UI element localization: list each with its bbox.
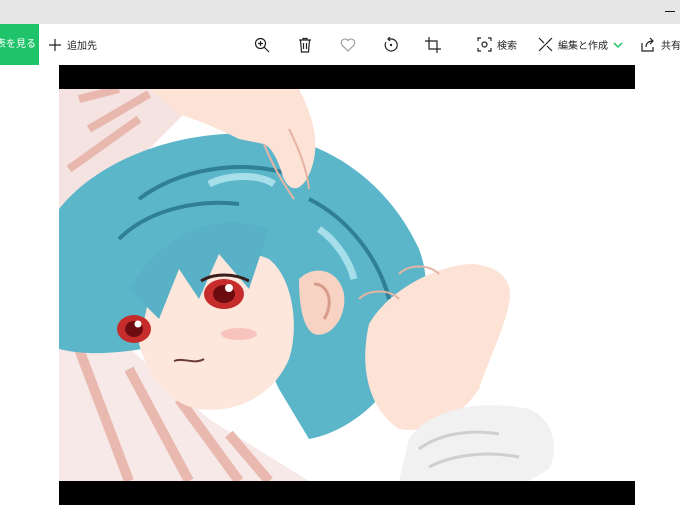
delete-icon: [299, 37, 311, 53]
anime-illustration: [59, 89, 635, 481]
crop-icon: [425, 36, 441, 53]
visual-search-button[interactable]: 検索: [477, 24, 517, 65]
edit-create-button[interactable]: 編集と作成: [538, 24, 623, 65]
letterbox-bottom: [59, 481, 635, 505]
add-to-label: 追加先: [67, 41, 97, 52]
view-all-button[interactable]: 表を見る: [0, 24, 39, 65]
plus-icon: [49, 38, 61, 51]
zoom-in-button[interactable]: [254, 24, 270, 65]
rotate-icon: [384, 36, 398, 52]
minimize-button[interactable]: [662, 0, 676, 24]
crop-button[interactable]: [425, 24, 441, 65]
displayed-photo[interactable]: [59, 89, 635, 481]
visual-search-icon: [477, 37, 492, 52]
zoom-in-icon: [254, 37, 270, 52]
edit-create-label: 編集と作成: [558, 41, 608, 52]
rotate-button[interactable]: [383, 24, 399, 65]
favorite-button[interactable]: [340, 24, 356, 65]
search-label: 検索: [497, 41, 517, 52]
favorite-icon: [340, 37, 356, 52]
letterbox-top: [59, 65, 635, 89]
share-icon: [641, 37, 654, 52]
share-button[interactable]: 共有: [641, 24, 680, 65]
image-viewer-stage[interactable]: [0, 65, 680, 523]
chevron-down-icon: [613, 41, 623, 48]
delete-button[interactable]: [298, 24, 312, 65]
edit-create-icon: [538, 37, 553, 52]
window-titlebar: [0, 0, 680, 24]
add-to-button[interactable]: 追加先: [48, 24, 97, 65]
photos-toolbar: 表を見る 追加先 検索 編集と作成 共有: [0, 24, 680, 65]
view-all-label: 表を見る: [0, 39, 36, 50]
share-label: 共有: [661, 41, 680, 52]
